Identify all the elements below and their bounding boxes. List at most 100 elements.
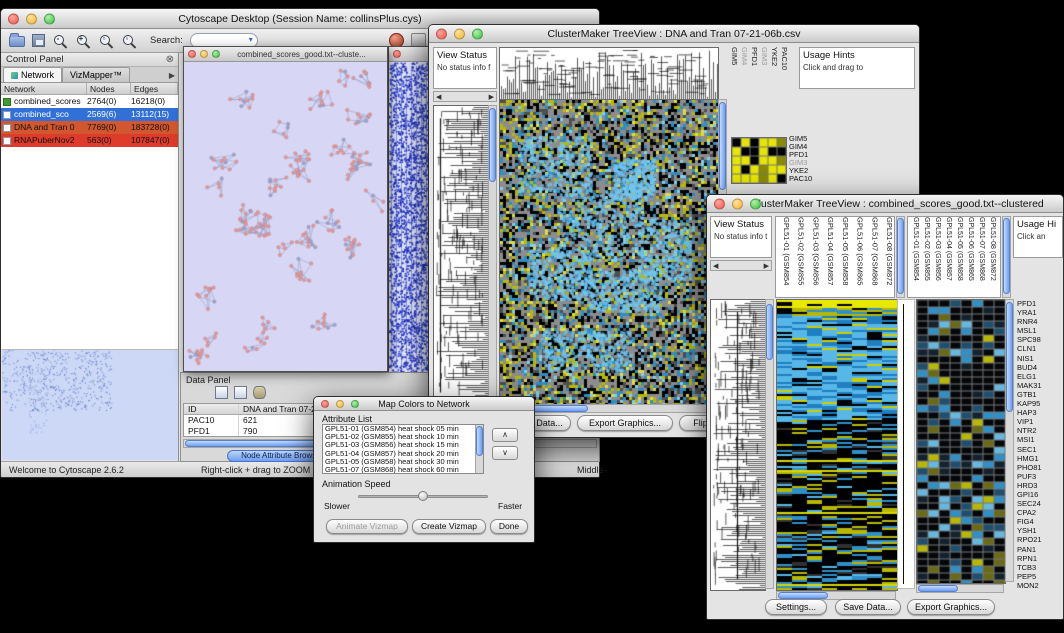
network-row[interactable]: RNAPuberNov2563(0)107847(0) xyxy=(1,134,178,147)
minimize-icon[interactable] xyxy=(454,28,465,39)
close-icon[interactable] xyxy=(714,198,725,209)
column-label[interactable]: GPL51-01 (GSM854 xyxy=(776,217,791,297)
tab-vizmapper[interactable]: VizMapper™ xyxy=(62,67,130,82)
maximize-icon[interactable] xyxy=(212,50,220,58)
gene-label[interactable]: GTB1 xyxy=(1017,390,1063,399)
gene-label[interactable]: MAK31 xyxy=(1017,381,1063,390)
gene-label[interactable]: MSL1 xyxy=(1017,326,1063,335)
column-label[interactable]: PFD1 xyxy=(749,47,759,109)
gene-label[interactable]: RPO21 xyxy=(1017,535,1063,544)
gene-label[interactable]: HAP3 xyxy=(1017,408,1063,417)
network-overview-canvas[interactable] xyxy=(2,349,178,460)
gene-label[interactable]: NIS1 xyxy=(1017,354,1063,363)
gene-label[interactable]: RNR4 xyxy=(1017,317,1063,326)
settings-button[interactable]: Settings... xyxy=(765,599,827,615)
column-label[interactable]: PAC10 xyxy=(779,47,789,109)
gene-label[interactable]: CLN1 xyxy=(1017,344,1063,353)
close-panel-icon[interactable]: ⊗ xyxy=(166,53,174,67)
tree-nav-control[interactable]: ◀▶ xyxy=(710,260,772,271)
row-dendrogram-canvas[interactable] xyxy=(433,105,489,405)
column-label[interactable]: GPL51-04 (GSM857 xyxy=(820,217,835,297)
open-folder-icon[interactable] xyxy=(9,36,25,47)
column-label[interactable]: GIM5 xyxy=(729,47,739,109)
gene-label[interactable]: TCB3 xyxy=(1017,563,1063,572)
column-label-scrollbar[interactable] xyxy=(1002,216,1011,298)
attribute-item[interactable]: GPL51-07 (GSM868) heat shock 60 min xyxy=(323,466,483,474)
zoom-fit-icon[interactable]: ▫ xyxy=(98,33,114,49)
gene-label[interactable]: PUF3 xyxy=(1017,472,1063,481)
zoom-vscrollbar[interactable] xyxy=(1005,299,1014,582)
gene-label[interactable]: YRA1 xyxy=(1017,308,1063,317)
column-label[interactable]: GPL51-04 (GSM857 xyxy=(941,217,952,297)
gene-label[interactable]: NTR2 xyxy=(1017,426,1063,435)
column-dendrogram-canvas[interactable] xyxy=(499,47,719,101)
animation-speed-slider[interactable] xyxy=(358,490,488,502)
minimize-icon[interactable] xyxy=(200,50,208,58)
gene-label[interactable]: MON2 xyxy=(1017,581,1063,590)
arrow-right-icon[interactable]: ▶ xyxy=(489,93,494,101)
zoom-heatmap-canvas[interactable] xyxy=(916,299,1006,584)
scrollbar-thumb[interactable] xyxy=(766,304,773,360)
gene-label[interactable]: KAP95 xyxy=(1017,399,1063,408)
scrollbar-thumb[interactable] xyxy=(476,426,483,456)
gene-label[interactable]: SEC1 xyxy=(1017,445,1063,454)
maximize-icon[interactable] xyxy=(750,198,761,209)
close-icon[interactable] xyxy=(436,28,447,39)
gene-label[interactable]: VIP1 xyxy=(1017,417,1063,426)
row-scrollbar[interactable] xyxy=(488,105,497,403)
row-dendrogram-canvas[interactable] xyxy=(710,299,766,591)
network-row[interactable]: DNA and Tran 07769(0)183728(0) xyxy=(1,121,178,134)
zoom-in-icon[interactable]: + xyxy=(75,33,91,49)
export-graphics-button[interactable]: Export Graphics... xyxy=(577,415,673,431)
gene-label[interactable]: RPN1 xyxy=(1017,554,1063,563)
tree-nav-control[interactable]: ◀▶ xyxy=(433,91,497,102)
column-label[interactable]: GIM4 xyxy=(739,47,749,109)
dialog-titlebar[interactable]: Map Colors to Network xyxy=(314,397,534,411)
table-icon[interactable] xyxy=(234,386,247,399)
column-label[interactable]: YKE2 xyxy=(769,47,779,109)
heatmap-canvas[interactable] xyxy=(499,99,719,405)
gene-label[interactable]: PAN1 xyxy=(1017,545,1063,554)
close-icon[interactable] xyxy=(321,400,329,408)
gene-label[interactable]: ELG1 xyxy=(1017,372,1063,381)
scrollbar-thumb[interactable] xyxy=(719,102,726,190)
correlation-matrix-canvas[interactable] xyxy=(731,137,787,184)
minimize-icon[interactable] xyxy=(26,13,37,24)
gene-label[interactable]: HRD3 xyxy=(1017,481,1063,490)
move-down-button[interactable]: ∨ xyxy=(492,446,518,460)
minimize-icon[interactable] xyxy=(336,400,344,408)
column-label[interactable]: GPL51-08 (GSM872 xyxy=(985,217,996,297)
scrollbar-thumb[interactable] xyxy=(897,218,904,294)
gene-label[interactable]: SPC98 xyxy=(1017,335,1063,344)
network-view-canvas[interactable] xyxy=(184,62,387,371)
gene-label[interactable]: GPI16 xyxy=(1017,490,1063,499)
treeview2-titlebar[interactable]: ClusterMaker TreeView : combined_scores_… xyxy=(707,195,1063,213)
column-label[interactable]: GPL51-05 (GSM858 xyxy=(952,217,963,297)
arrow-left-icon[interactable]: ◀ xyxy=(436,93,441,101)
select-attributes-icon[interactable] xyxy=(215,386,228,399)
column-label[interactable]: GPL51-03 (GSM856 xyxy=(930,217,941,297)
close-icon[interactable] xyxy=(393,50,401,58)
column-label[interactable]: GPL51-07 (GSM868 xyxy=(865,217,880,297)
save-data-button[interactable]: Save Data... xyxy=(835,599,901,615)
network-row[interactable]: combined_scores2764(0)16218(0) xyxy=(1,95,178,108)
tab-network[interactable]: Network xyxy=(3,67,62,82)
scrollbar-thumb[interactable] xyxy=(778,592,828,599)
column-label[interactable]: GPL51-02 (GSM855 xyxy=(791,217,806,297)
treeview1-titlebar[interactable]: ClusterMaker TreeView : DNA and Tran 07-… xyxy=(429,25,919,43)
gene-label[interactable]: PEP5 xyxy=(1017,572,1063,581)
gene-label[interactable]: HMG1 xyxy=(1017,454,1063,463)
maximize-icon[interactable] xyxy=(44,13,55,24)
arrow-right-icon[interactable]: ▶ xyxy=(764,262,769,270)
database-icon[interactable] xyxy=(253,386,266,399)
column-label[interactable]: GPL51-01 (GSM854 xyxy=(908,217,919,297)
done-button[interactable]: Done xyxy=(490,519,528,534)
gene-label[interactable]: BUD4 xyxy=(1017,363,1063,372)
column-label[interactable]: GPL51-03 (GSM856 xyxy=(806,217,821,297)
column-label[interactable]: GIM3 xyxy=(759,47,769,109)
frame-titlebar[interactable]: combined_scores_good.txt--cluste... xyxy=(184,47,387,62)
column-label-scrollbar[interactable] xyxy=(896,216,905,298)
save-icon[interactable] xyxy=(32,34,45,47)
listbox-scrollbar[interactable] xyxy=(475,425,483,473)
gene-label[interactable]: CPA2 xyxy=(1017,508,1063,517)
